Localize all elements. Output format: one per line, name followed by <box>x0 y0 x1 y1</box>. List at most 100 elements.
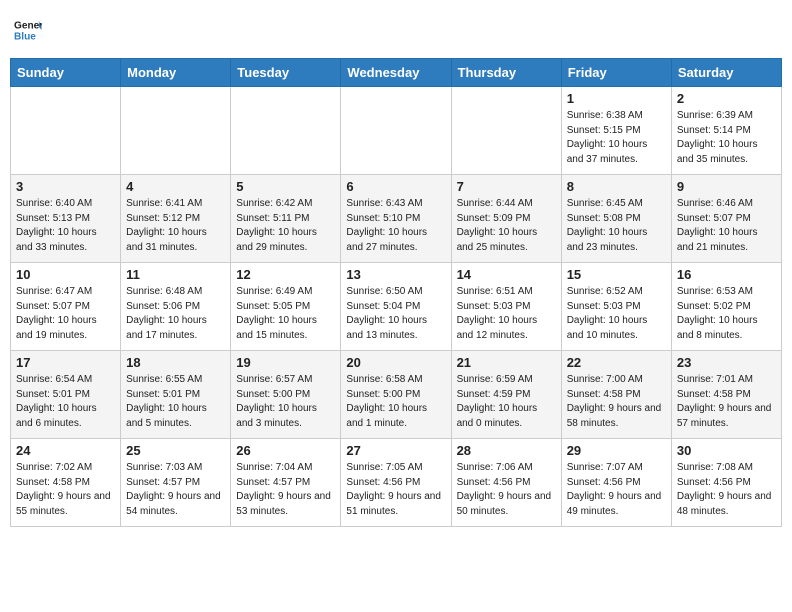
calendar-table: SundayMondayTuesdayWednesdayThursdayFrid… <box>10 58 782 527</box>
cell-info: Sunrise: 6:43 AM Sunset: 5:10 PM Dayligh… <box>346 197 445 255</box>
day-number: 30 <box>677 443 776 458</box>
calendar-cell: 30 Sunrise: 7:08 AM Sunset: 4:56 PM Dayli… <box>671 439 781 527</box>
cell-info: Sunrise: 6:47 AM Sunset: 5:07 PM Dayligh… <box>16 285 115 343</box>
day-number: 28 <box>457 443 556 458</box>
week-row-1: 1 Sunrise: 6:38 AM Sunset: 5:15 PM Daylig… <box>11 87 782 175</box>
cell-info: Sunrise: 6:45 AM Sunset: 5:08 PM Dayligh… <box>567 197 666 255</box>
cell-info: Sunrise: 6:49 AM Sunset: 5:05 PM Dayligh… <box>236 285 335 343</box>
cell-info: Sunrise: 6:55 AM Sunset: 5:01 PM Dayligh… <box>126 373 225 431</box>
day-number: 14 <box>457 267 556 282</box>
cell-info: Sunrise: 6:38 AM Sunset: 5:15 PM Dayligh… <box>567 109 666 167</box>
calendar-cell: 20 Sunrise: 6:58 AM Sunset: 5:00 PM Dayli… <box>341 351 451 439</box>
calendar-cell: 25 Sunrise: 7:03 AM Sunset: 4:57 PM Dayli… <box>121 439 231 527</box>
weekday-monday: Monday <box>121 59 231 87</box>
calendar-cell: 29Sunrise: 7:07 AM Sunset: 4:56 PM Dayli… <box>561 439 671 527</box>
day-number: 2 <box>677 91 776 106</box>
cell-info: Sunrise: 7:05 AM Sunset: 4:56 PM Dayligh… <box>346 461 445 519</box>
calendar-cell: 14 Sunrise: 6:51 AM Sunset: 5:03 PM Dayli… <box>451 263 561 351</box>
cell-info: Sunrise: 7:03 AM Sunset: 4:57 PM Dayligh… <box>126 461 225 519</box>
cell-info: Sunrise: 7:01 AM Sunset: 4:58 PM Dayligh… <box>677 373 776 431</box>
calendar-cell <box>11 87 121 175</box>
cell-info: Sunrise: 6:50 AM Sunset: 5:04 PM Dayligh… <box>346 285 445 343</box>
logo-icon: General Blue <box>14 16 42 44</box>
weekday-friday: Friday <box>561 59 671 87</box>
calendar-cell: 15 Sunrise: 6:52 AM Sunset: 5:03 PM Dayli… <box>561 263 671 351</box>
weekday-tuesday: Tuesday <box>231 59 341 87</box>
day-number: 23 <box>677 355 776 370</box>
cell-info: Sunrise: 7:00 AM Sunset: 4:58 PM Dayligh… <box>567 373 666 431</box>
cell-info: Sunrise: 6:39 AM Sunset: 5:14 PM Dayligh… <box>677 109 776 167</box>
cell-info: Sunrise: 6:51 AM Sunset: 5:03 PM Dayligh… <box>457 285 556 343</box>
calendar-cell: 13 Sunrise: 6:50 AM Sunset: 5:04 PM Dayli… <box>341 263 451 351</box>
calendar-cell: 6 Sunrise: 6:43 AM Sunset: 5:10 PM Daylig… <box>341 175 451 263</box>
day-number: 4 <box>126 179 225 194</box>
cell-info: Sunrise: 6:41 AM Sunset: 5:12 PM Dayligh… <box>126 197 225 255</box>
calendar-cell: 12 Sunrise: 6:49 AM Sunset: 5:05 PM Dayli… <box>231 263 341 351</box>
day-number: 8 <box>567 179 666 194</box>
calendar-cell: 11 Sunrise: 6:48 AM Sunset: 5:06 PM Dayli… <box>121 263 231 351</box>
calendar-cell: 27Sunrise: 7:05 AM Sunset: 4:56 PM Dayli… <box>341 439 451 527</box>
cell-info: Sunrise: 6:52 AM Sunset: 5:03 PM Dayligh… <box>567 285 666 343</box>
calendar-cell: 5 Sunrise: 6:42 AM Sunset: 5:11 PM Daylig… <box>231 175 341 263</box>
day-number: 11 <box>126 267 225 282</box>
day-number: 19 <box>236 355 335 370</box>
day-number: 25 <box>126 443 225 458</box>
weekday-thursday: Thursday <box>451 59 561 87</box>
day-number: 7 <box>457 179 556 194</box>
calendar-cell: 9Sunrise: 6:46 AM Sunset: 5:07 PM Daylig… <box>671 175 781 263</box>
day-number: 3 <box>16 179 115 194</box>
cell-info: Sunrise: 6:48 AM Sunset: 5:06 PM Dayligh… <box>126 285 225 343</box>
calendar-cell: 2 Sunrise: 6:39 AM Sunset: 5:14 PM Daylig… <box>671 87 781 175</box>
logo: General Blue <box>14 16 42 44</box>
day-number: 18 <box>126 355 225 370</box>
day-number: 17 <box>16 355 115 370</box>
day-number: 20 <box>346 355 445 370</box>
cell-info: Sunrise: 7:04 AM Sunset: 4:57 PM Dayligh… <box>236 461 335 519</box>
day-number: 22 <box>567 355 666 370</box>
calendar-cell: 19Sunrise: 6:57 AM Sunset: 5:00 PM Dayli… <box>231 351 341 439</box>
calendar-cell: 10Sunrise: 6:47 AM Sunset: 5:07 PM Dayli… <box>11 263 121 351</box>
weekday-header-row: SundayMondayTuesdayWednesdayThursdayFrid… <box>11 59 782 87</box>
day-number: 6 <box>346 179 445 194</box>
calendar-cell: 24 Sunrise: 7:02 AM Sunset: 4:58 PM Dayli… <box>11 439 121 527</box>
calendar-cell: 4 Sunrise: 6:41 AM Sunset: 5:12 PM Daylig… <box>121 175 231 263</box>
day-number: 1 <box>567 91 666 106</box>
day-number: 13 <box>346 267 445 282</box>
weekday-wednesday: Wednesday <box>341 59 451 87</box>
calendar-cell: 1 Sunrise: 6:38 AM Sunset: 5:15 PM Daylig… <box>561 87 671 175</box>
calendar-cell: 22 Sunrise: 7:00 AM Sunset: 4:58 PM Dayli… <box>561 351 671 439</box>
calendar-cell: 16Sunrise: 6:53 AM Sunset: 5:02 PM Dayli… <box>671 263 781 351</box>
weekday-saturday: Saturday <box>671 59 781 87</box>
calendar-cell: 3 Sunrise: 6:40 AM Sunset: 5:13 PM Daylig… <box>11 175 121 263</box>
calendar-cell: 7Sunrise: 6:44 AM Sunset: 5:09 PM Daylig… <box>451 175 561 263</box>
day-number: 15 <box>567 267 666 282</box>
cell-info: Sunrise: 7:08 AM Sunset: 4:56 PM Dayligh… <box>677 461 776 519</box>
calendar-cell: 18 Sunrise: 6:55 AM Sunset: 5:01 PM Dayli… <box>121 351 231 439</box>
calendar-cell: 28 Sunrise: 7:06 AM Sunset: 4:56 PM Dayli… <box>451 439 561 527</box>
calendar-cell <box>341 87 451 175</box>
cell-info: Sunrise: 6:42 AM Sunset: 5:11 PM Dayligh… <box>236 197 335 255</box>
calendar-cell: 21Sunrise: 6:59 AM Sunset: 4:59 PM Dayli… <box>451 351 561 439</box>
week-row-3: 10Sunrise: 6:47 AM Sunset: 5:07 PM Dayli… <box>11 263 782 351</box>
calendar-body: 1 Sunrise: 6:38 AM Sunset: 5:15 PM Daylig… <box>11 87 782 527</box>
cell-info: Sunrise: 6:54 AM Sunset: 5:01 PM Dayligh… <box>16 373 115 431</box>
calendar-cell <box>121 87 231 175</box>
cell-info: Sunrise: 6:40 AM Sunset: 5:13 PM Dayligh… <box>16 197 115 255</box>
cell-info: Sunrise: 7:02 AM Sunset: 4:58 PM Dayligh… <box>16 461 115 519</box>
svg-text:General: General <box>14 20 42 31</box>
cell-info: Sunrise: 6:53 AM Sunset: 5:02 PM Dayligh… <box>677 285 776 343</box>
week-row-5: 24 Sunrise: 7:02 AM Sunset: 4:58 PM Dayli… <box>11 439 782 527</box>
cell-info: Sunrise: 7:06 AM Sunset: 4:56 PM Dayligh… <box>457 461 556 519</box>
weekday-sunday: Sunday <box>11 59 121 87</box>
day-number: 5 <box>236 179 335 194</box>
day-number: 12 <box>236 267 335 282</box>
day-number: 9 <box>677 179 776 194</box>
calendar-cell <box>451 87 561 175</box>
day-number: 21 <box>457 355 556 370</box>
day-number: 24 <box>16 443 115 458</box>
svg-text:Blue: Blue <box>14 31 36 42</box>
day-number: 29 <box>567 443 666 458</box>
calendar-cell: 26Sunrise: 7:04 AM Sunset: 4:57 PM Dayli… <box>231 439 341 527</box>
cell-info: Sunrise: 6:58 AM Sunset: 5:00 PM Dayligh… <box>346 373 445 431</box>
page-header: General Blue <box>10 10 782 50</box>
